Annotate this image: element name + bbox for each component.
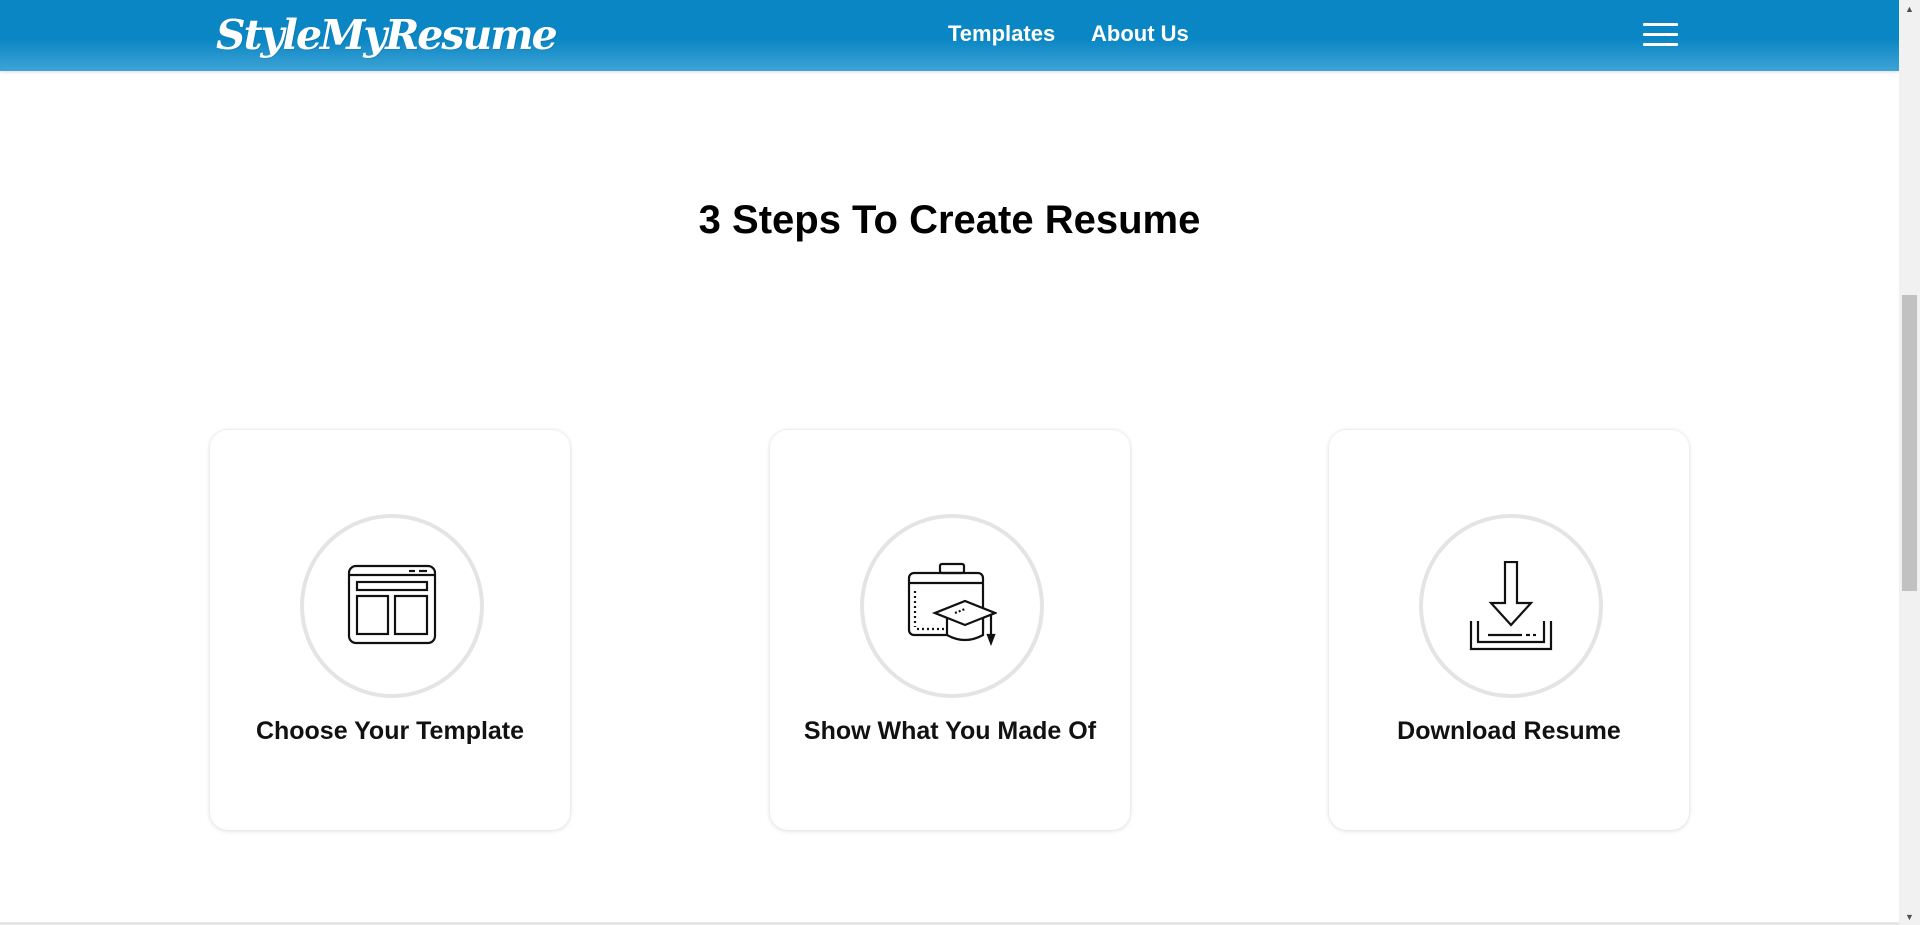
download-tray-icon [1469,561,1553,651]
template-layout-icon [347,564,437,645]
step-label: Download Resume [1397,717,1621,745]
step-icon-circle [300,514,484,698]
briefcase-graduation-cap-icon [907,562,997,647]
section-title: 3 Steps To Create Resume [698,198,1201,242]
scroll-up-arrow-icon[interactable]: ▲ [1899,0,1920,17]
step-icon-circle [860,514,1044,698]
top-navbar: StyleMyResume Templates About Us [0,0,1899,71]
step-label: Choose Your Template [255,717,525,745]
vertical-scrollbar[interactable]: ▲ ▼ [1899,0,1920,925]
step-card-download-resume[interactable]: Download Resume [1329,430,1689,830]
hamburger-menu-icon[interactable] [1643,23,1678,47]
step-card-show-what-you-made-of[interactable]: Show What You Made Of [770,430,1130,830]
scrollbar-thumb[interactable] [1902,295,1917,591]
nav-link-about-us[interactable]: About Us [1091,21,1189,47]
site-logo[interactable]: StyleMyResume [216,10,558,60]
scroll-down-arrow-icon[interactable]: ▼ [1899,908,1920,925]
step-label: Show What You Made Of [803,717,1097,745]
step-card-choose-template[interactable]: Choose Your Template [210,430,570,830]
step-icon-circle [1419,514,1603,698]
nav-link-templates[interactable]: Templates [948,21,1055,47]
